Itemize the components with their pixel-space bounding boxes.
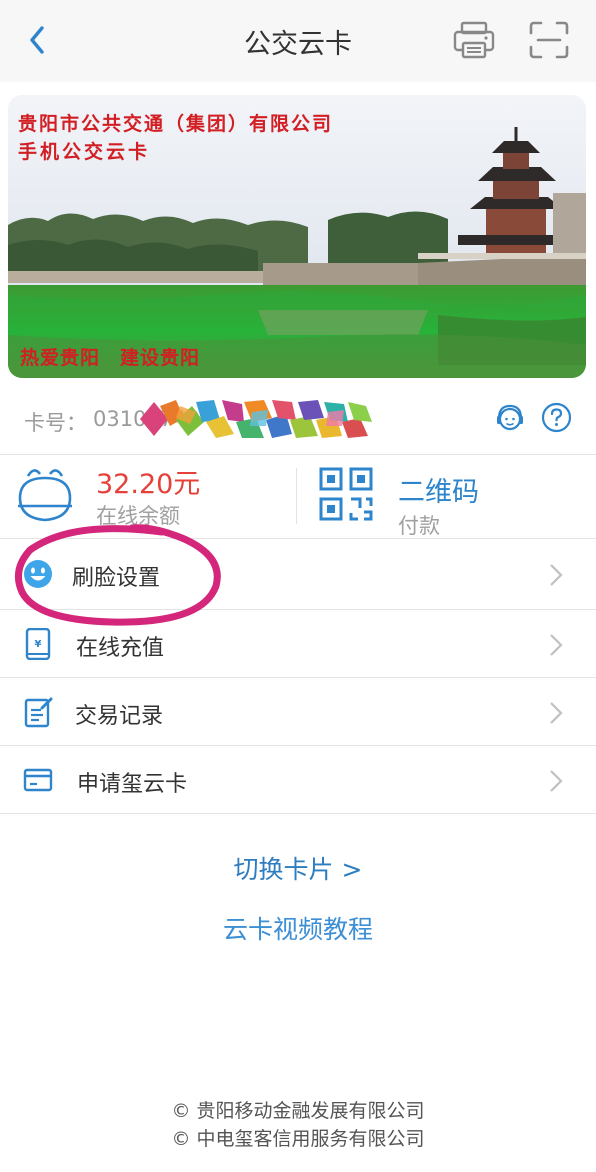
chevron-right-icon — [550, 564, 563, 586]
balance-amount: 32.20元 — [96, 469, 201, 500]
customer-service-icon — [497, 404, 523, 431]
record-document-icon — [24, 697, 53, 728]
purse-icon — [18, 469, 72, 522]
qr-code-label: 二维码 — [398, 477, 479, 508]
menu-item-online-recharge[interactable]: ¥ 在线充值 — [0, 610, 596, 678]
menu-label: 在线充值 — [76, 636, 165, 661]
menu-label: 刷脸设置 — [72, 566, 161, 591]
question-circle-icon — [541, 402, 572, 433]
card-icon — [23, 768, 53, 792]
divider — [0, 813, 596, 814]
switch-card-link[interactable]: 切换卡片 > — [0, 850, 596, 886]
qr-code-pay-button[interactable]: 二维码 付款 — [318, 462, 578, 538]
footer-copyright-1: © 贵阳移动金融发展有限公司 — [171, 1100, 425, 1122]
divider — [0, 538, 596, 539]
chevron-right-icon — [550, 770, 563, 792]
print-button[interactable] — [452, 20, 496, 60]
card-slogan: 热爱贵阳 建设贵阳 — [20, 347, 201, 369]
video-tutorial-link[interactable]: 云卡视频教程 — [0, 910, 596, 946]
phone-recharge-icon: ¥ — [25, 628, 51, 660]
menu-item-face-settings[interactable]: 刷脸设置 — [0, 540, 596, 608]
scan-button[interactable] — [528, 20, 570, 60]
card-company-name: 贵阳市公共交通（集团）有限公司 — [18, 113, 334, 135]
footer-copyright-2: © 中电玺客信用服务有限公司 — [171, 1128, 425, 1150]
top-bar: 公交云卡 — [0, 0, 596, 82]
help-button[interactable] — [541, 402, 572, 433]
privacy-mosaic-mask — [140, 400, 372, 438]
divider — [0, 454, 596, 455]
card-number-row: 卡号： 03104740 — [0, 382, 596, 454]
qr-code-icon — [319, 467, 373, 521]
card-number-label: 卡号： — [24, 411, 87, 435]
bus-card-image[interactable]: 贵阳市公共交通（集团）有限公司 手机公交云卡 热爱贵阳 建设贵阳 — [8, 95, 586, 378]
page-title: 公交云卡 — [244, 29, 352, 60]
menu-item-transaction-records[interactable]: 交易记录 — [0, 678, 596, 746]
svg-text:¥: ¥ — [35, 639, 42, 650]
balance-section: 32.20元 在线余额 二维码 付款 — [0, 456, 596, 538]
scan-frame-icon — [529, 21, 569, 59]
printer-icon — [453, 21, 495, 59]
vertical-divider — [296, 468, 297, 524]
customer-service-button[interactable] — [494, 402, 526, 434]
chevron-right-icon — [550, 702, 563, 724]
menu-item-apply-card[interactable]: 申请玺云卡 — [0, 746, 596, 814]
balance-label: 在线余额 — [96, 504, 180, 528]
qr-code-sublabel: 付款 — [398, 514, 440, 538]
menu-label: 交易记录 — [75, 704, 164, 729]
menu-label: 申请玺云卡 — [77, 772, 188, 797]
chevron-right-icon — [550, 634, 563, 656]
smiley-face-icon — [24, 560, 52, 588]
card-title: 手机公交云卡 — [18, 141, 151, 163]
